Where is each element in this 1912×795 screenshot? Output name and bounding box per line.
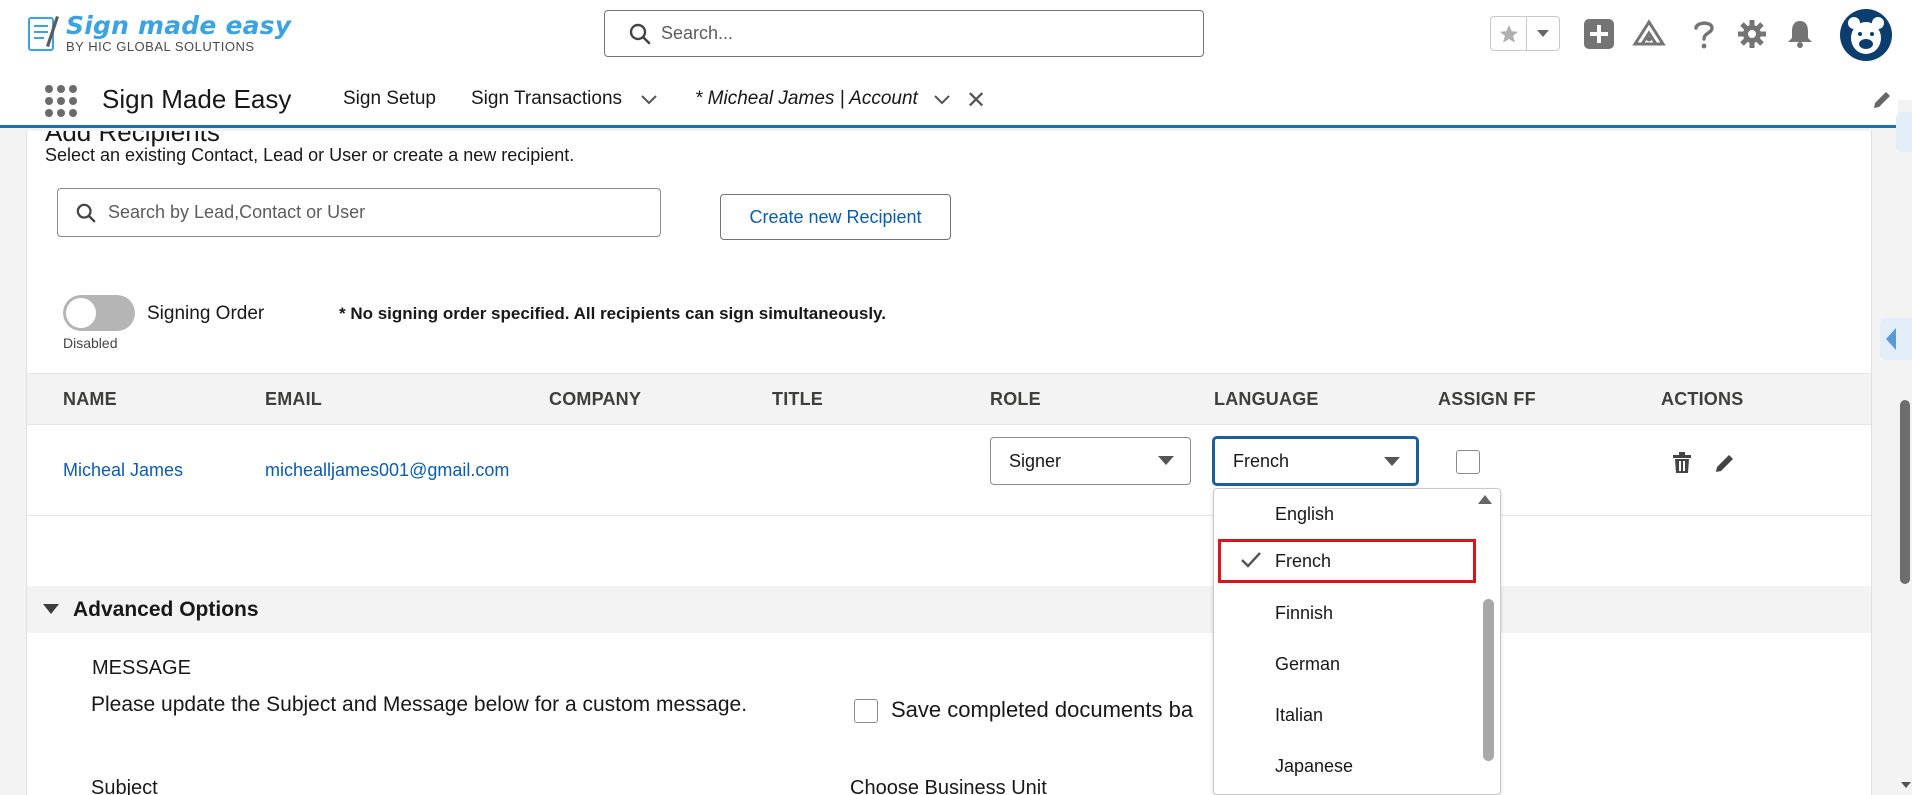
global-actions-button[interactable] [1581, 16, 1617, 52]
language-option-french[interactable]: French [1218, 539, 1476, 583]
section-description: Select an existing Contact, Lead or User… [45, 145, 575, 165]
language-dropdown-list: English French Finnish German Italian Ja… [1213, 488, 1501, 795]
column-header-role: ROLE [990, 389, 1041, 409]
help-icon [1694, 21, 1714, 49]
tab-micheal-james-account[interactable]: * Micheal James | Account [695, 88, 918, 110]
bear-avatar-icon [1848, 17, 1884, 54]
column-header-title: TITLE [772, 389, 823, 409]
caret-down-icon [1384, 457, 1400, 466]
signing-order-note: * No signing order specified. All recipi… [339, 304, 886, 323]
trash-icon [1673, 452, 1691, 473]
search-icon [629, 23, 651, 44]
chevron-down-icon[interactable] [640, 94, 658, 106]
chevron-down-icon[interactable] [933, 94, 951, 106]
gear-icon [1738, 20, 1766, 48]
language-option-english[interactable]: English [1214, 492, 1484, 536]
signing-order-toggle[interactable] [63, 295, 135, 331]
language-option-finnish[interactable]: Finnish [1214, 591, 1484, 635]
global-search-input[interactable] [661, 23, 1181, 44]
column-header-actions: ACTIONS [1661, 389, 1744, 409]
logo-main-text: Sign made easy [66, 11, 292, 40]
star-icon [1499, 24, 1518, 43]
search-icon [76, 203, 96, 222]
favorites-dropdown-button[interactable] [1527, 17, 1559, 50]
role-select[interactable]: Signer [990, 437, 1191, 485]
dropdown-scrollbar-thumb[interactable] [1483, 599, 1494, 761]
help-button[interactable] [1686, 16, 1722, 52]
message-instruction: Please update the Subject and Message be… [91, 693, 748, 716]
column-header-name: NAME [63, 389, 117, 409]
create-new-recipient-button[interactable]: Create new Recipient [720, 194, 951, 240]
advanced-options-title: Advanced Options [73, 598, 259, 621]
role-select-value: Signer [1009, 450, 1062, 471]
column-header-company: COMPANY [549, 389, 642, 409]
favorites-group [1490, 16, 1560, 51]
advanced-options-header[interactable]: Advanced Options [27, 586, 1871, 633]
global-header: Sign made easy BY HIC GLOBAL SOLUTIONS [0, 0, 1912, 70]
recipient-search-box[interactable] [57, 188, 661, 237]
favorite-star-button[interactable] [1491, 17, 1527, 50]
recipient-name-link[interactable]: Micheal James [63, 460, 183, 481]
business-unit-label: Choose Business Unit [850, 777, 1047, 795]
scroll-down-arrow-icon[interactable] [1901, 782, 1911, 788]
nav-item-sign-setup[interactable]: Sign Setup [343, 88, 436, 110]
app-name: Sign Made Easy [102, 84, 292, 114]
app-navigation-bar: Sign Made Easy Sign Setup Sign Transacti… [0, 70, 1912, 128]
side-panel-tab[interactable] [1896, 112, 1912, 152]
recipients-card: Add Recipients Select an existing Contac… [26, 131, 1872, 795]
save-completed-documents-checkbox[interactable] [854, 699, 878, 723]
app-logo[interactable]: Sign made easy BY HIC GLOBAL SOLUTIONS [26, 12, 291, 54]
setup-button[interactable] [1734, 16, 1770, 52]
pencil-icon [1716, 455, 1733, 472]
edit-recipient-button[interactable] [1712, 450, 1738, 476]
global-search-box[interactable] [604, 10, 1204, 57]
caret-down-icon [1537, 29, 1549, 37]
edit-nav-pencil-icon[interactable] [1872, 90, 1892, 110]
recipient-email-link[interactable]: michealljames001@gmail.com [265, 460, 509, 481]
caret-down-icon [43, 604, 59, 614]
checkmark-icon [1241, 552, 1261, 568]
signing-order-label: Signing Order [147, 303, 265, 324]
page-scrollbar-thumb[interactable] [1900, 400, 1910, 584]
language-select[interactable]: French [1213, 437, 1418, 485]
app-launcher-button[interactable] [42, 82, 77, 117]
page-scrollbar[interactable] [1898, 100, 1912, 795]
trailhead-icon [1632, 19, 1666, 46]
trailhead-button[interactable] [1631, 16, 1667, 52]
column-header-language: LANGUAGE [1214, 389, 1319, 409]
subject-label: Subject [91, 777, 158, 795]
notifications-button[interactable] [1782, 16, 1818, 52]
language-option-italian[interactable]: Italian [1214, 693, 1484, 737]
delete-recipient-button[interactable] [1669, 450, 1695, 476]
recipient-search-input[interactable] [108, 202, 648, 223]
language-option-japanese[interactable]: Japanese [1214, 744, 1484, 788]
document-pen-icon [28, 16, 59, 51]
bell-icon [1788, 21, 1812, 48]
column-header-assign-ff: ASSIGN FF [1438, 389, 1536, 409]
message-label: MESSAGE [92, 657, 191, 679]
plus-box-icon [1584, 19, 1614, 49]
table-row: Micheal James michealljames001@gmail.com… [27, 425, 1871, 516]
caret-down-icon [1158, 456, 1174, 465]
column-header-email: EMAIL [265, 389, 322, 409]
assign-ff-checkbox[interactable] [1456, 450, 1480, 474]
recipients-table-header: NAME EMAIL COMPANY TITLE ROLE LANGUAGE A… [27, 373, 1871, 425]
chevron-left-icon [1886, 328, 1896, 350]
user-avatar[interactable] [1840, 9, 1892, 61]
signing-order-state: Disabled [63, 335, 118, 351]
side-panel-expand-tab[interactable] [1880, 318, 1912, 360]
close-tab-icon[interactable]: ✕ [966, 89, 986, 113]
save-completed-documents-label: Save completed documents ba [891, 697, 1194, 722]
language-option-german[interactable]: German [1214, 642, 1484, 686]
language-select-value: French [1233, 450, 1290, 471]
logo-sub-text: BY HIC GLOBAL SOLUTIONS [66, 39, 255, 54]
nav-item-sign-transactions[interactable]: Sign Transactions [471, 88, 622, 110]
